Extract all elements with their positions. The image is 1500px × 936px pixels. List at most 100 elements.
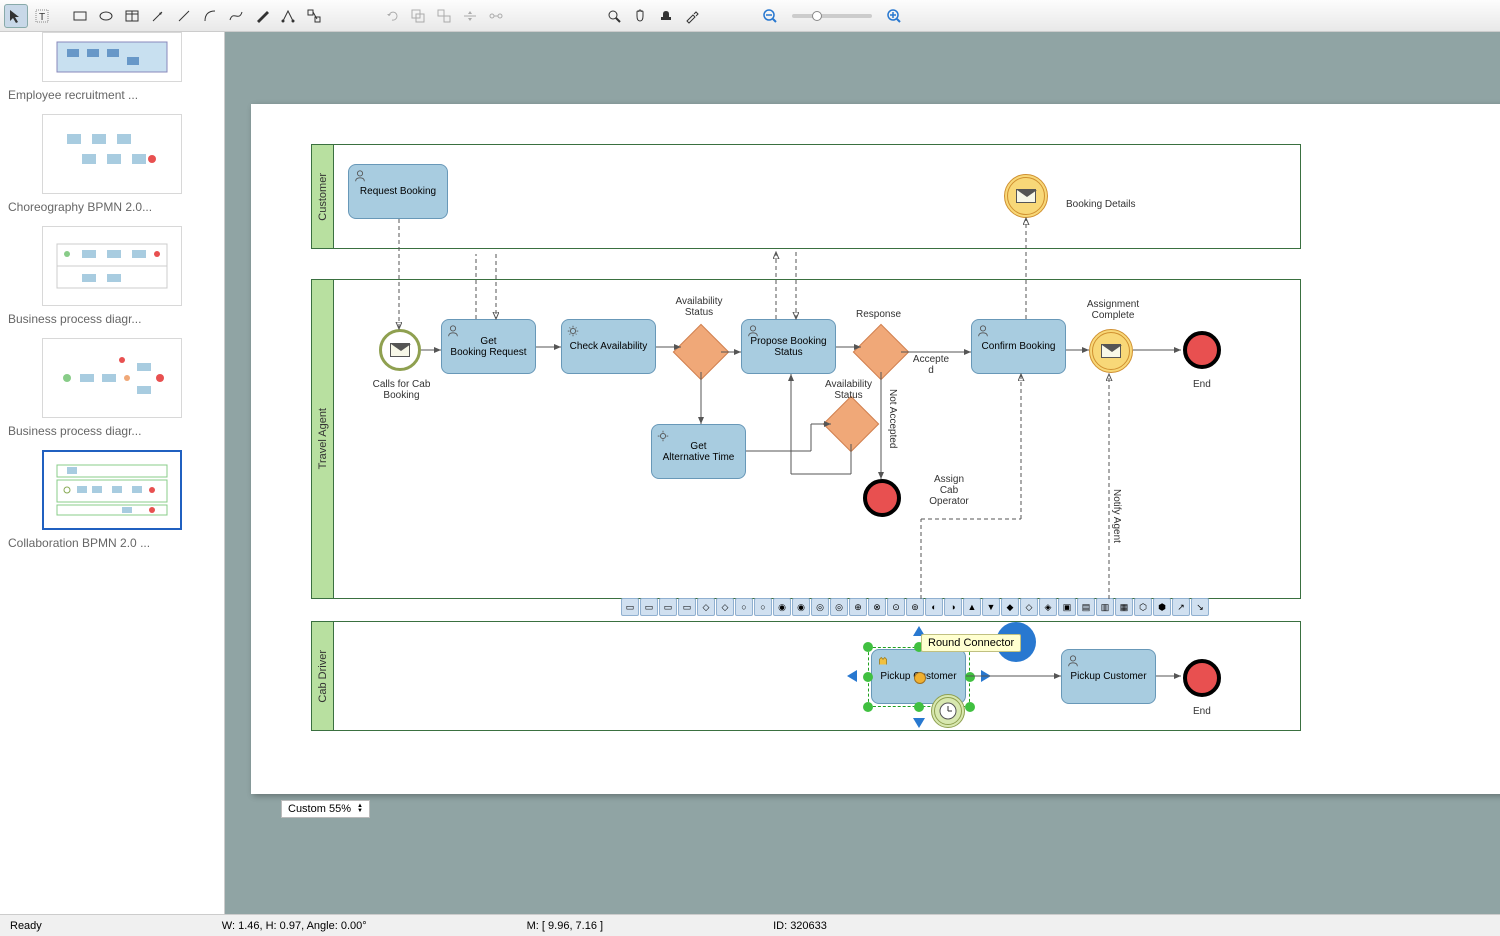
smart-shape[interactable]: ↘ <box>1191 598 1209 616</box>
select-tool[interactable] <box>4 4 28 28</box>
thumbnail-item[interactable]: Business process diagr... <box>8 226 216 326</box>
resize-handle[interactable] <box>965 672 975 682</box>
connector-arrow-down[interactable] <box>913 718 925 728</box>
message-intermediate-event[interactable] <box>1089 329 1133 373</box>
zoom-dropdown[interactable]: Custom 55% ▲▼ <box>281 800 370 818</box>
thumbnail-item[interactable]: Collaboration BPMN 2.0 ... <box>8 450 216 550</box>
end-event[interactable] <box>863 479 901 517</box>
thumbnail-item[interactable]: Choreography BPMN 2.0... <box>8 114 216 214</box>
task-pickup-customer-2[interactable]: Pickup Customer <box>1061 649 1156 704</box>
resize-handle[interactable] <box>863 642 873 652</box>
smart-shape[interactable]: ▭ <box>621 598 639 616</box>
resize-handle[interactable] <box>965 702 975 712</box>
smart-shape[interactable]: ▤ <box>1077 598 1095 616</box>
align-tool[interactable] <box>458 4 482 28</box>
stepper-icon[interactable]: ▲▼ <box>357 804 363 814</box>
task-get-alternative[interactable]: Get Alternative Time <box>651 424 746 479</box>
eyedropper-tool[interactable] <box>680 4 704 28</box>
status-ready: Ready <box>10 920 42 932</box>
timer-event[interactable] <box>931 694 965 728</box>
smart-shape[interactable]: ◇ <box>1020 598 1038 616</box>
resize-handle[interactable] <box>914 702 924 712</box>
smart-shape[interactable]: ○ <box>754 598 772 616</box>
smart-shape[interactable]: ▣ <box>1058 598 1076 616</box>
user-icon <box>746 324 760 338</box>
smart-shape[interactable]: ○ <box>735 598 753 616</box>
connector-tool[interactable] <box>302 4 326 28</box>
zoom-slider[interactable] <box>792 14 872 18</box>
rotation-handle[interactable] <box>914 672 926 684</box>
label-assign-cab: Assign Cab Operator <box>924 474 974 507</box>
text-tool[interactable]: T <box>30 4 54 28</box>
smart-shape[interactable]: ↗ <box>1172 598 1190 616</box>
smart-shape[interactable]: ◎ <box>811 598 829 616</box>
smart-shape[interactable]: ⬡ <box>1134 598 1152 616</box>
task-confirm-booking[interactable]: Confirm Booking <box>971 319 1066 374</box>
message-start-event[interactable] <box>379 329 421 371</box>
task-request-booking[interactable]: Request Booking <box>348 164 448 219</box>
thumbnail-item[interactable]: Business process diagr... <box>8 338 216 438</box>
connector-arrow-left[interactable] <box>847 670 857 682</box>
label-accepted: Accepte d <box>911 354 951 376</box>
smart-shape[interactable]: ◉ <box>792 598 810 616</box>
task-propose-booking[interactable]: Propose Booking Status <box>741 319 836 374</box>
pool-customer[interactable]: Customer <box>311 144 1301 249</box>
smart-shape[interactable]: ⊕ <box>849 598 867 616</box>
undo-tool[interactable] <box>380 4 404 28</box>
smart-shape[interactable]: ▥ <box>1096 598 1114 616</box>
end-event[interactable] <box>1183 331 1221 369</box>
label-notify-agent: Notify Agent <box>1111 489 1122 543</box>
smart-shape[interactable]: ◇ <box>697 598 715 616</box>
resize-handle[interactable] <box>863 702 873 712</box>
rect-tool[interactable] <box>68 4 92 28</box>
label-end: End <box>1193 706 1211 717</box>
thumbnail-item[interactable]: Employee recruitment ... <box>8 32 216 102</box>
resize-handle[interactable] <box>863 672 873 682</box>
main-toolbar: T <box>0 0 1500 32</box>
zoom-in-button[interactable] <box>882 4 906 28</box>
task-get-booking-request[interactable]: Get Booking Request <box>441 319 536 374</box>
pen-tool[interactable] <box>250 4 274 28</box>
status-id: ID: 320633 <box>773 920 827 932</box>
gear-icon <box>656 429 670 443</box>
smart-shape[interactable]: ▭ <box>659 598 677 616</box>
smart-shape[interactable]: ⊙ <box>887 598 905 616</box>
pan-tool[interactable] <box>628 4 652 28</box>
ungroup-tool[interactable] <box>432 4 456 28</box>
distribute-tool[interactable] <box>484 4 508 28</box>
smart-shape[interactable]: ◑ <box>944 598 962 616</box>
smart-shape[interactable]: ◉ <box>773 598 791 616</box>
bezier-tool[interactable] <box>224 4 248 28</box>
canvas-area[interactable]: Customer Request Booking Booking Details… <box>225 32 1500 914</box>
smart-shape[interactable]: ⬢ <box>1153 598 1171 616</box>
arrow-tool[interactable] <box>146 4 170 28</box>
zoom-tool[interactable] <box>602 4 626 28</box>
smart-shape[interactable]: ▦ <box>1115 598 1133 616</box>
smart-shape[interactable]: ▼ <box>982 598 1000 616</box>
smart-shape[interactable]: ⊚ <box>906 598 924 616</box>
ellipse-tool[interactable] <box>94 4 118 28</box>
smart-shape[interactable]: ◐ <box>925 598 943 616</box>
smart-shape[interactable]: ◈ <box>1039 598 1057 616</box>
node-tool[interactable] <box>276 4 300 28</box>
line-tool[interactable] <box>172 4 196 28</box>
message-intermediate-event[interactable] <box>1004 174 1048 218</box>
smart-shape[interactable]: ▭ <box>640 598 658 616</box>
smart-shape[interactable]: ◆ <box>1001 598 1019 616</box>
zoom-out-button[interactable] <box>758 4 782 28</box>
smart-shape[interactable]: ▭ <box>678 598 696 616</box>
end-event[interactable] <box>1183 659 1221 697</box>
smart-shape[interactable]: ⊗ <box>868 598 886 616</box>
smart-shape[interactable]: ◇ <box>716 598 734 616</box>
stamp-tool[interactable] <box>654 4 678 28</box>
smart-shape[interactable]: ◎ <box>830 598 848 616</box>
task-check-availability[interactable]: Check Availability <box>561 319 656 374</box>
smart-shape[interactable]: ▲ <box>963 598 981 616</box>
table-tool[interactable] <box>120 4 144 28</box>
thumbnail-label: Business process diagr... <box>8 424 216 438</box>
curve-tool[interactable] <box>198 4 222 28</box>
group-tool[interactable] <box>406 4 430 28</box>
svg-text:T: T <box>39 12 45 23</box>
connector-arrow-right[interactable] <box>981 670 991 682</box>
status-mouse: M: [ 9.96, 7.16 ] <box>527 920 603 932</box>
